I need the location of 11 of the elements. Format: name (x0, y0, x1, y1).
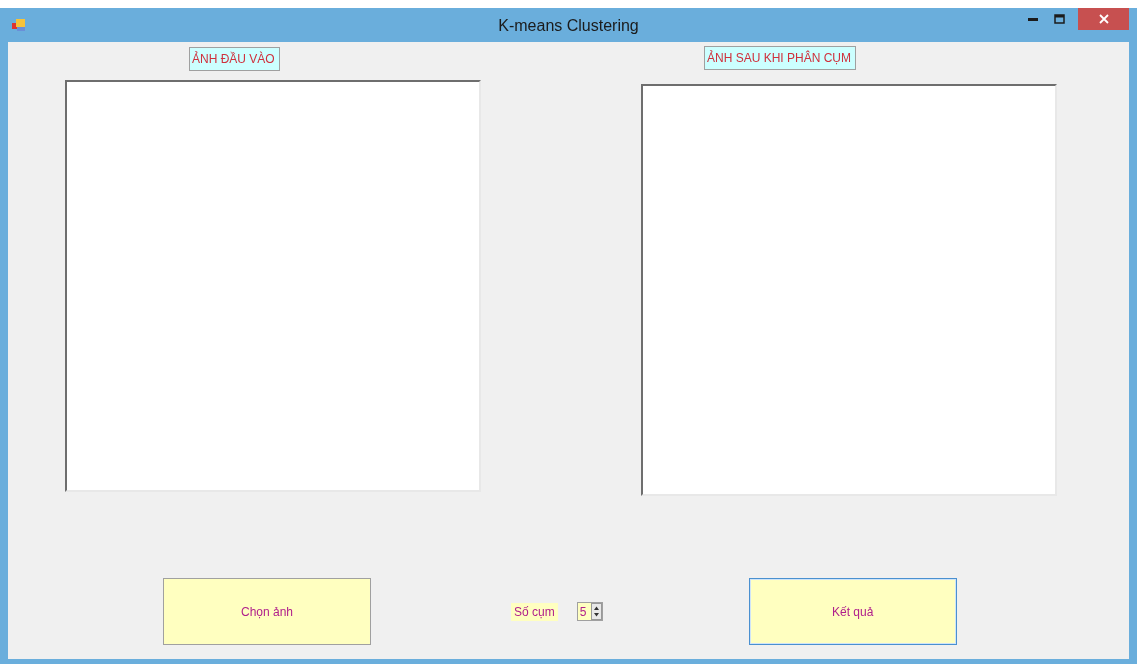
action-button[interactable]: Chọn ảnh (163, 578, 371, 645)
maximize-icon (1053, 14, 1065, 24)
action-button[interactable]: Kết quả (748, 578, 957, 645)
panel-label: ẢNH SAU KHI PHÂN CỤM (704, 46, 857, 70)
panel-label: ẢNH ĐẦU VÀO (189, 47, 280, 71)
app-icon (12, 19, 26, 31)
close-button[interactable] (1078, 8, 1129, 30)
minimize-icon (1028, 17, 1038, 21)
window-title: K-means Clustering (498, 17, 639, 34)
field-label: Số cụm (511, 602, 558, 621)
close-icon (1098, 14, 1109, 24)
